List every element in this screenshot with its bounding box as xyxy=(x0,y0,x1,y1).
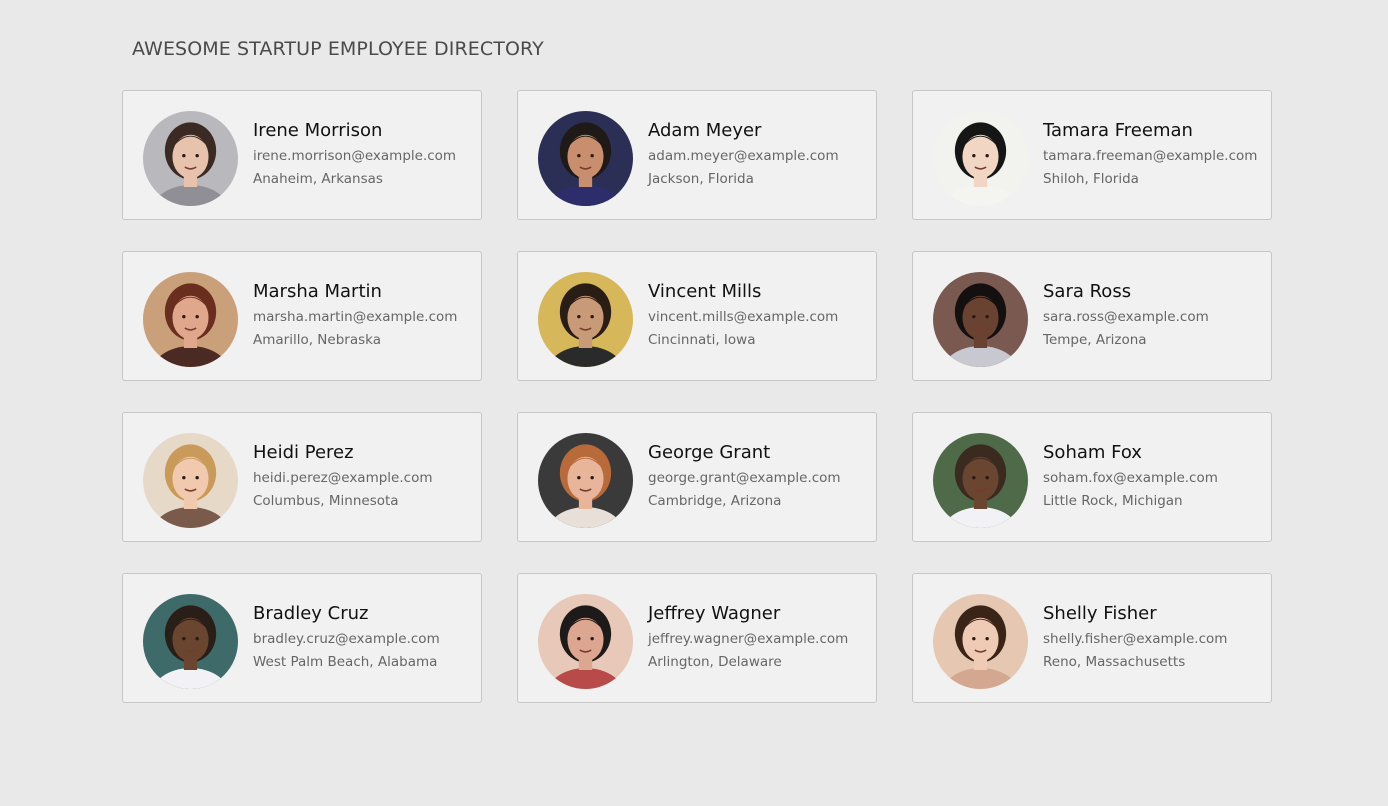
employee-info: George Grant george.grant@example.com Camb… xyxy=(648,441,870,510)
employee-card[interactable]: George Grant george.grant@example.com Camb… xyxy=(517,412,877,542)
employee-name: Soham Fox xyxy=(1043,442,1142,463)
employee-email: tamara.freeman@example.com xyxy=(1043,148,1258,164)
page-title: AWESOME STARTUP EMPLOYEE DIRECTORY xyxy=(132,38,544,60)
employee-info: Marsha Martin marsha.martin@example.com Am… xyxy=(253,280,475,349)
portrait-photo-icon xyxy=(538,111,633,206)
employee-info: Heidi Perez heidi.perez@example.com Columb… xyxy=(253,441,475,510)
employee-location: Cincinnati, Iowa xyxy=(648,332,756,348)
avatar xyxy=(538,433,633,528)
employee-location: Columbus, Minnesota xyxy=(253,493,399,509)
employee-info: Soham Fox soham.fox@example.com Little Roc… xyxy=(1043,441,1265,510)
portrait-photo-icon xyxy=(538,594,633,689)
avatar xyxy=(143,272,238,367)
employee-location: Reno, Massachusetts xyxy=(1043,654,1186,670)
employee-name: Sara Ross xyxy=(1043,281,1132,302)
employee-card[interactable]: Irene Morrison irene.morrison@example.com… xyxy=(122,90,482,220)
portrait-photo-icon xyxy=(933,433,1028,528)
employee-grid: Irene Morrison irene.morrison@example.com… xyxy=(122,90,1272,703)
avatar xyxy=(933,111,1028,206)
employee-location: Jackson, Florida xyxy=(648,171,754,187)
page: AWESOME STARTUP EMPLOYEE DIRECTORY Irene… xyxy=(0,0,1388,806)
employee-location: Cambridge, Arizona xyxy=(648,493,782,509)
employee-email: marsha.martin@example.com xyxy=(253,309,458,325)
avatar xyxy=(933,272,1028,367)
employee-email: jeffrey.wagner@example.com xyxy=(648,631,849,647)
avatar xyxy=(933,594,1028,689)
employee-name: Vincent Mills xyxy=(648,281,762,302)
employee-card[interactable]: Bradley Cruz bradley.cruz@example.com West… xyxy=(122,573,482,703)
employee-location: West Palm Beach, Alabama xyxy=(253,654,438,670)
employee-location: Tempe, Arizona xyxy=(1043,332,1147,348)
employee-card[interactable]: Sara Ross sara.ross@example.com Tempe, Ari… xyxy=(912,251,1272,381)
portrait-photo-icon xyxy=(143,272,238,367)
avatar xyxy=(933,433,1028,528)
employee-name: Irene Morrison xyxy=(253,120,383,141)
employee-name: Heidi Perez xyxy=(253,442,354,463)
employee-email: irene.morrison@example.com xyxy=(253,148,457,164)
avatar xyxy=(143,594,238,689)
employee-card[interactable]: Shelly Fisher shelly.fisher@example.com Re… xyxy=(912,573,1272,703)
employee-info: Bradley Cruz bradley.cruz@example.com West… xyxy=(253,602,475,671)
employee-email: soham.fox@example.com xyxy=(1043,470,1218,486)
employee-name: George Grant xyxy=(648,442,771,463)
portrait-photo-icon xyxy=(933,594,1028,689)
employee-card[interactable]: Heidi Perez heidi.perez@example.com Columb… xyxy=(122,412,482,542)
avatar xyxy=(143,433,238,528)
avatar xyxy=(538,111,633,206)
employee-email: george.grant@example.com xyxy=(648,470,841,486)
employee-email: adam.meyer@example.com xyxy=(648,148,839,164)
employee-email: bradley.cruz@example.com xyxy=(253,631,440,647)
employee-info: Shelly Fisher shelly.fisher@example.com Re… xyxy=(1043,602,1265,671)
employee-email: shelly.fisher@example.com xyxy=(1043,631,1228,647)
portrait-photo-icon xyxy=(143,433,238,528)
employee-info: Irene Morrison irene.morrison@example.com… xyxy=(253,119,475,188)
employee-info: Adam Meyer adam.meyer@example.com Jackson,… xyxy=(648,119,870,188)
avatar xyxy=(143,111,238,206)
employee-name: Bradley Cruz xyxy=(253,603,369,624)
employee-name: Marsha Martin xyxy=(253,281,382,302)
portrait-photo-icon xyxy=(933,111,1028,206)
employee-name: Adam Meyer xyxy=(648,120,762,141)
employee-name: Jeffrey Wagner xyxy=(648,603,781,624)
employee-info: Tamara Freeman tamara.freeman@example.com… xyxy=(1043,119,1265,188)
avatar xyxy=(538,594,633,689)
employee-info: Vincent Mills vincent.mills@example.com Ci… xyxy=(648,280,870,349)
employee-info: Sara Ross sara.ross@example.com Tempe, Ari… xyxy=(1043,280,1265,349)
employee-name: Tamara Freeman xyxy=(1043,120,1193,141)
portrait-photo-icon xyxy=(143,111,238,206)
employee-email: heidi.perez@example.com xyxy=(253,470,433,486)
avatar xyxy=(538,272,633,367)
employee-location: Anaheim, Arkansas xyxy=(253,171,383,187)
employee-email: sara.ross@example.com xyxy=(1043,309,1209,325)
employee-card[interactable]: Marsha Martin marsha.martin@example.com Am… xyxy=(122,251,482,381)
portrait-photo-icon xyxy=(538,433,633,528)
portrait-photo-icon xyxy=(143,594,238,689)
employee-card[interactable]: Vincent Mills vincent.mills@example.com Ci… xyxy=(517,251,877,381)
portrait-photo-icon xyxy=(538,272,633,367)
employee-location: Little Rock, Michigan xyxy=(1043,493,1183,509)
employee-location: Arlington, Delaware xyxy=(648,654,782,670)
employee-location: Amarillo, Nebraska xyxy=(253,332,381,348)
portrait-photo-icon xyxy=(933,272,1028,367)
employee-card[interactable]: Soham Fox soham.fox@example.com Little Roc… xyxy=(912,412,1272,542)
employee-info: Jeffrey Wagner jeffrey.wagner@example.com… xyxy=(648,602,870,671)
employee-card[interactable]: Tamara Freeman tamara.freeman@example.com… xyxy=(912,90,1272,220)
employee-name: Shelly Fisher xyxy=(1043,603,1157,624)
employee-card[interactable]: Jeffrey Wagner jeffrey.wagner@example.com… xyxy=(517,573,877,703)
employee-location: Shiloh, Florida xyxy=(1043,171,1139,187)
employee-card[interactable]: Adam Meyer adam.meyer@example.com Jackson,… xyxy=(517,90,877,220)
employee-email: vincent.mills@example.com xyxy=(648,309,839,325)
